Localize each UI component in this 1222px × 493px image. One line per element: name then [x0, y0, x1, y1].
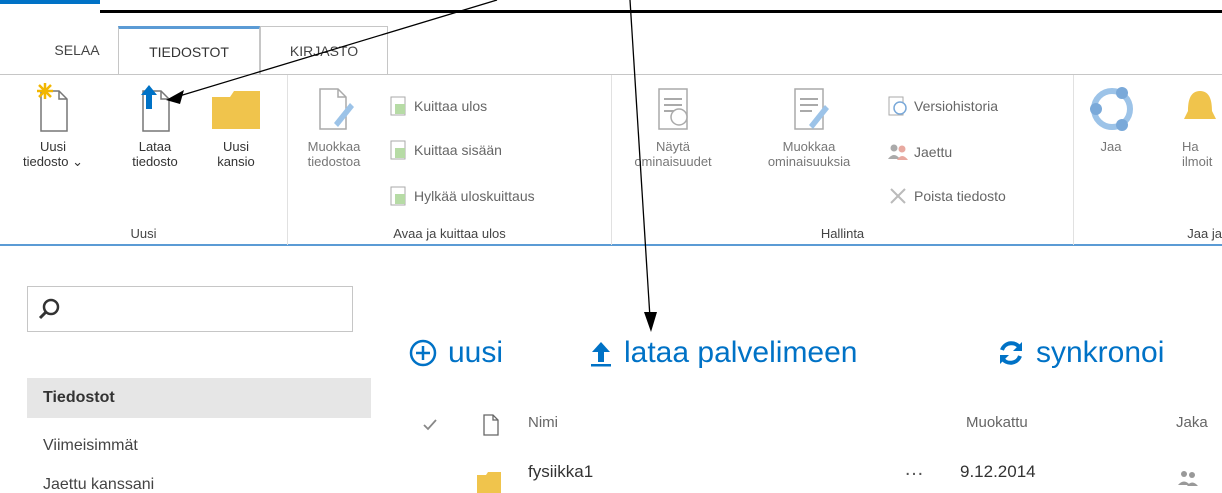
sync-icon [1000, 341, 1022, 365]
sync-command[interactable]: synkronoi [996, 336, 1164, 370]
upload-arrow-icon [591, 342, 611, 367]
file-modified: 9.12.2014 [960, 462, 1036, 481]
edit-document-label: Muokkaa tiedostoa [307, 139, 361, 169]
search-input[interactable] [68, 295, 338, 323]
more-actions-button[interactable]: … [904, 458, 924, 481]
new-document-label: Uusi tiedosto ⌄ [22, 139, 84, 169]
shared-with-label: Jaettu [914, 144, 953, 160]
upload-icon [141, 85, 170, 132]
ribbon-group-manage: Näytä ominaisuudet Muokkaa ominaisuuksia… [612, 75, 1074, 245]
check-out-label: Kuittaa ulos [414, 98, 488, 114]
column-header-shared[interactable]: Jaka [1176, 414, 1222, 431]
edit-properties-icon [794, 88, 829, 130]
alert-me-button[interactable]: Ha ilmoit [1162, 83, 1222, 169]
sync-command-label: synkronoi [1036, 336, 1165, 369]
folder-icon [212, 91, 260, 129]
delete-document-button[interactable]: Poista tiedosto [888, 185, 1006, 207]
search-icon [38, 298, 60, 320]
new-folder-label: Uusi kansio [217, 139, 255, 169]
check-in-button[interactable]: Kuittaa sisään [390, 139, 502, 161]
shared-with-button[interactable]: Jaettu [888, 141, 952, 163]
document-type-icon [483, 414, 499, 436]
top-divider [100, 10, 1222, 13]
upload-command[interactable]: lataa palvelimeen [588, 336, 857, 370]
alert-me-label: Ha ilmoit [1182, 139, 1213, 169]
suite-bar-accent [0, 0, 100, 4]
tab-browse[interactable]: SELAA [47, 26, 107, 74]
delete-document-label: Poista tiedosto [914, 188, 1006, 204]
ribbon-group-share: Jaa Ha ilmoit Jaa ja [1074, 75, 1222, 245]
nav-item-files[interactable]: Tiedostot [27, 378, 371, 418]
new-command-label: uusi [448, 336, 504, 369]
view-properties-button[interactable]: Näytä ominaisuudet [618, 83, 728, 169]
check-in-label: Kuittaa sisään [414, 142, 502, 158]
delete-x-icon [890, 188, 906, 204]
nav-item-recent[interactable]: Viimeisimmät [27, 426, 371, 466]
shared-users-icon [888, 144, 908, 160]
file-name[interactable]: fysiikka1 [528, 462, 593, 482]
plus-circle-icon [409, 339, 437, 367]
edit-document-icon [319, 88, 354, 130]
bell-icon [1184, 91, 1216, 119]
ribbon-group-open-checkout: Muokkaa tiedostoa Kuittaa ulos Kuittaa s… [288, 75, 612, 245]
version-history-icon [888, 96, 907, 116]
discard-checkout-icon [390, 186, 406, 206]
discard-checkout-label: Hylkää uloskuittaus [414, 188, 535, 204]
folder-icon [477, 472, 501, 493]
group-label-open-checkout: Avaa ja kuittaa ulos [393, 226, 506, 241]
check-out-button[interactable]: Kuittaa ulos [390, 95, 487, 117]
share-icon [1090, 87, 1133, 131]
ribbon-group-new: Uusi tiedosto ⌄ Lataa tiedosto Uusi kans… [0, 75, 288, 245]
tab-library[interactable]: KIRJASTO [260, 26, 388, 74]
group-label-new: Uusi [130, 226, 157, 241]
upload-document-label: Lataa tiedosto [132, 139, 178, 169]
ribbon-tabs: SELAA TIEDOSTOT KIRJASTO [0, 26, 1222, 75]
select-all-checkmark-icon[interactable] [422, 418, 438, 432]
nav-item-shared-with-me[interactable]: Jaettu kanssani [27, 468, 371, 493]
check-out-icon [390, 96, 406, 116]
share-label: Jaa [1100, 139, 1122, 154]
new-command[interactable]: uusi [408, 336, 503, 370]
upload-document-button[interactable]: Lataa tiedosto [118, 83, 192, 169]
version-history-button[interactable]: Versiohistoria [888, 95, 998, 117]
share-button[interactable]: Jaa [1086, 83, 1136, 154]
discard-checkout-button[interactable]: Hylkää uloskuittaus [390, 185, 535, 207]
upload-command-label: lataa palvelimeen [624, 336, 858, 369]
new-document-button[interactable]: Uusi tiedosto ⌄ [14, 83, 92, 169]
version-history-label: Versiohistoria [914, 98, 999, 114]
shared-users-icon [1178, 471, 1198, 486]
new-document-icon [37, 83, 68, 132]
ribbon: Uusi tiedosto ⌄ Lataa tiedosto Uusi kans… [0, 74, 1222, 246]
view-properties-icon [658, 88, 688, 130]
search-box[interactable] [27, 286, 353, 332]
view-properties-label: Näytä ominaisuudet [634, 139, 712, 169]
column-header-name[interactable]: Nimi [528, 414, 558, 431]
tab-files[interactable]: TIEDOSTOT [118, 26, 260, 75]
edit-properties-button[interactable]: Muokkaa ominaisuuksia [742, 83, 876, 169]
group-label-manage: Hallinta [820, 226, 865, 241]
edit-properties-label: Muokkaa ominaisuuksia [767, 139, 851, 169]
group-label-share: Jaa ja [1187, 226, 1222, 241]
new-folder-button[interactable]: Uusi kansio [202, 83, 270, 169]
edit-document-button[interactable]: Muokkaa tiedostoa [296, 83, 372, 169]
column-header-modified[interactable]: Muokattu [966, 414, 1028, 431]
check-in-icon [390, 140, 406, 160]
